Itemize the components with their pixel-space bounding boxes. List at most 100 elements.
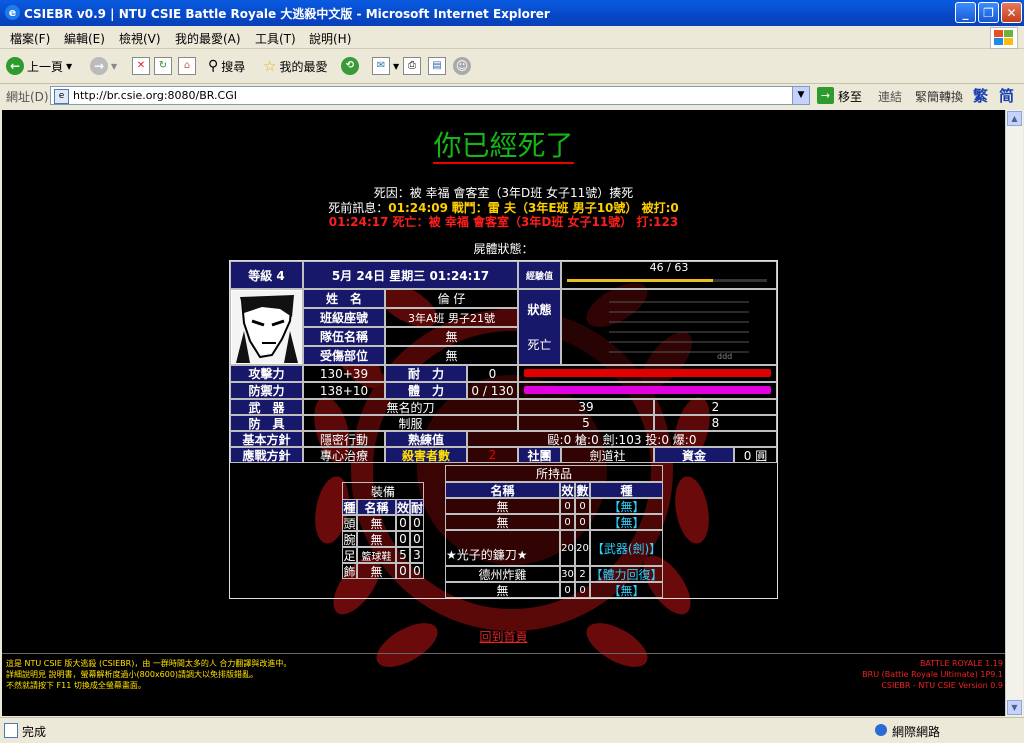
edit-button[interactable]: ▤ xyxy=(428,56,446,76)
history-button[interactable]: ⟲ xyxy=(341,56,359,76)
menu-help[interactable]: 說明(H) xyxy=(309,30,351,47)
weapon-value: 無名的刀 xyxy=(303,399,518,415)
page-content: 你已經死了 死因：被 幸福 會客室（3年D班 女子11號）揍死 死前訊息：01:… xyxy=(2,110,1005,716)
address-field[interactable]: e http://br.csie.org:8080/BR.CGI ▼ xyxy=(50,86,810,105)
defense-value: 138+10 xyxy=(303,382,385,399)
exp-value: 46 / 63 xyxy=(649,261,689,274)
close-button[interactable]: ✕ xyxy=(1001,2,1022,23)
messenger-button[interactable]: ☺ xyxy=(453,56,471,76)
links-button[interactable]: 連結 xyxy=(878,88,902,105)
armor-effect: 5 xyxy=(518,415,654,431)
footer-divider xyxy=(2,653,1005,654)
stop-icon: ✕ xyxy=(132,57,150,75)
exp-bar xyxy=(567,279,713,282)
equip-header-type: 種 xyxy=(342,499,357,515)
menu-file[interactable]: 檔案(F) xyxy=(10,30,50,47)
mail-icon: ✉ xyxy=(372,57,390,75)
injury-value: 無 xyxy=(385,346,518,365)
footer-version-1: BATTLE ROYALE 1.19 xyxy=(919,659,1003,668)
footer-version-2: BRU (Battle Royale Ultimate) 1P9.1 xyxy=(862,670,1003,679)
injury-label: 受傷部位 xyxy=(303,346,385,365)
menu-tools[interactable]: 工具(T) xyxy=(255,30,296,47)
page-icon: e xyxy=(54,89,69,104)
equip-cell-type: 飾 xyxy=(342,563,357,579)
equip-header-effect: 效 xyxy=(396,499,410,515)
items-header-effect: 效 xyxy=(560,482,575,498)
level-cell: 等級 4 xyxy=(230,261,303,289)
attack-value: 130+39 xyxy=(303,365,385,382)
item-cell-name: 無 xyxy=(445,514,560,530)
dropdown-arrow-icon: ▼ xyxy=(111,61,118,71)
equip-cell-type: 頭 xyxy=(342,515,357,531)
skill-label: 熟練值 xyxy=(385,431,467,447)
star-icon: ☆ xyxy=(263,57,277,75)
item-cell-name: 無 xyxy=(445,582,560,598)
address-dropdown-icon[interactable]: ▼ xyxy=(792,87,809,104)
traditional-button[interactable]: 繁 xyxy=(973,85,988,106)
datetime-cell: 5月 24日 星期三 01:24:17 xyxy=(303,261,518,289)
go-button[interactable]: 移至 xyxy=(838,88,862,105)
equip-cell-durability: 0 xyxy=(410,563,424,579)
restore-button[interactable]: ❐ xyxy=(978,2,999,23)
internet-zone-icon xyxy=(875,724,887,736)
back-button[interactable]: ← 上一頁 ▼ xyxy=(6,56,72,76)
item-cell-effect: 0 xyxy=(560,582,575,598)
title-bar: e CSIEBR v0.9 | NTU CSIE Battle Royale 大… xyxy=(0,0,1024,26)
back-home-link[interactable]: 回到首頁 xyxy=(2,628,1005,645)
simplified-button[interactable]: 简 xyxy=(999,85,1014,106)
footer-note-1: 這是 NTU CSIE 版大逃殺 (CSIEBR)，由 一群時間太多的人 合力翻… xyxy=(6,659,292,668)
menu-edit[interactable]: 編輯(E) xyxy=(64,30,105,47)
vertical-scrollbar[interactable]: ▲ ▼ xyxy=(1005,110,1023,716)
weapon-effect: 39 xyxy=(518,399,654,415)
convert-button[interactable]: 緊簡轉換 xyxy=(915,88,963,105)
equip-header-name: 名稱 xyxy=(357,499,396,515)
menu-view[interactable]: 檢視(V) xyxy=(119,30,161,47)
stop-button[interactable]: ✕ xyxy=(132,56,150,76)
state-value: 死亡 xyxy=(527,338,552,352)
corpse-status: 屍體狀態： xyxy=(473,242,534,256)
equip-cell-name: 無 xyxy=(357,563,396,579)
defense-label: 防禦力 xyxy=(230,382,303,399)
print-button[interactable]: ⎙ xyxy=(403,56,421,76)
footer-note-3: 不然就請按下 F11 切換成全螢幕畫面。 xyxy=(6,681,146,690)
dropdown-arrow-icon: ▼ xyxy=(393,61,400,71)
status-text: 完成 xyxy=(22,725,47,739)
minimize-button[interactable]: _ xyxy=(955,2,976,23)
menu-favorites[interactable]: 我的最愛(A) xyxy=(175,30,241,47)
home-button[interactable]: ⌂ xyxy=(178,56,196,76)
item-cell-effect: 0 xyxy=(560,514,575,530)
page-status-icon xyxy=(4,723,18,738)
equip-title: 裝備 xyxy=(342,482,424,499)
mail-button[interactable]: ✉ ▼ xyxy=(372,56,399,76)
menu-bar: 檔案(F) 編輯(E) 檢視(V) 我的最愛(A) 工具(T) 說明(H) xyxy=(0,26,1024,49)
equip-cell-durability: 3 xyxy=(410,547,424,563)
item-cell-type: 【無】 xyxy=(590,582,663,598)
forward-button[interactable]: → ▼ xyxy=(90,56,117,76)
dropdown-arrow-icon: ▼ xyxy=(66,61,73,71)
go-arrow-icon[interactable]: → xyxy=(817,87,834,104)
back-label: 上一頁 xyxy=(27,59,64,74)
equip-cell-name: 籃球鞋 xyxy=(357,547,396,563)
club-label: 社團 xyxy=(518,447,561,463)
favorites-label: 我的最愛 xyxy=(279,59,328,74)
item-cell-count: 20 xyxy=(575,530,590,566)
hp-bar xyxy=(524,386,771,394)
kills-value: 2 xyxy=(467,447,518,463)
favorites-button[interactable]: ☆ 我的最愛 xyxy=(263,56,327,76)
address-label: 網址(D) xyxy=(6,90,49,104)
stamina-value: 0 xyxy=(467,365,518,382)
items-header-type: 種 xyxy=(590,482,663,498)
status-bar: 完成 網際網路 xyxy=(0,717,1024,743)
club-value: 劍道社 xyxy=(561,447,654,463)
refresh-button[interactable]: ↻ xyxy=(154,56,172,76)
equip-cell-effect: 0 xyxy=(396,531,410,547)
death-line: 01:24:17 死亡：被 幸福 會客室（3年D班 女子11號） 打:123 xyxy=(328,215,679,229)
home-icon: ⌂ xyxy=(178,57,196,75)
name-value: 倫 仔 xyxy=(385,289,518,308)
search-button[interactable]: ⚲ 搜尋 xyxy=(208,56,245,76)
back-arrow-icon: ← xyxy=(6,57,24,75)
scroll-down-icon[interactable]: ▼ xyxy=(1007,700,1022,715)
scroll-up-icon[interactable]: ▲ xyxy=(1007,111,1022,126)
item-cell-effect: 20 xyxy=(560,530,575,566)
messenger-icon: ☺ xyxy=(453,57,471,75)
